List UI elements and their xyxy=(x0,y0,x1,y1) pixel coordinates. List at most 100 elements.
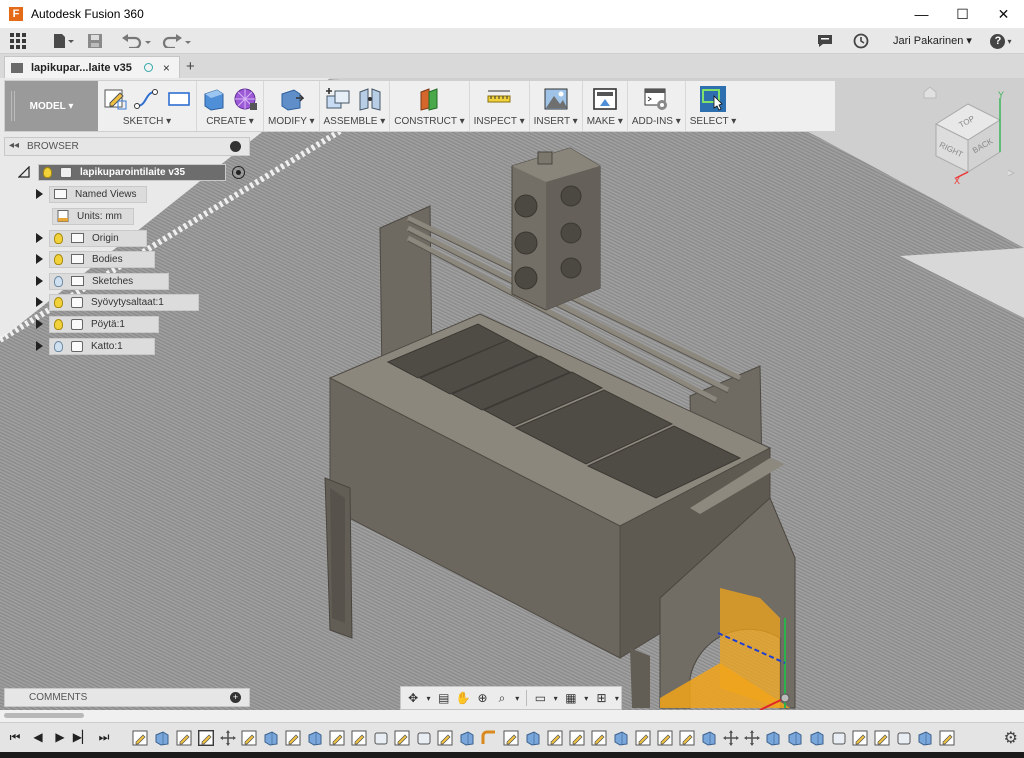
move-feature-icon[interactable] xyxy=(220,730,236,746)
sketch-menu[interactable]: SKETCH ▾ xyxy=(123,116,171,127)
tree-row-named-views[interactable]: Named Views xyxy=(36,185,147,203)
body-feature-icon[interactable] xyxy=(831,730,847,746)
sketch-feature-icon[interactable] xyxy=(874,730,890,746)
comment-icon[interactable] xyxy=(814,28,836,54)
expand-triangle-icon[interactable] xyxy=(36,297,43,307)
help-icon[interactable]: ? ▾ xyxy=(986,28,1016,54)
timeline-back-icon[interactable]: ◀ xyxy=(31,730,45,744)
pan-hand-icon[interactable]: ✋ xyxy=(455,689,471,707)
rectangle-icon[interactable] xyxy=(166,86,192,112)
sketch-selected-feature-icon[interactable] xyxy=(198,730,214,746)
add-ins-menu[interactable]: ADD-INS ▾ xyxy=(632,116,681,127)
assemble-menu[interactable]: ASSEMBLE ▾ xyxy=(324,116,386,127)
grid-dropdown-icon[interactable]: ▾ xyxy=(582,689,590,707)
timeline-settings-gear-icon[interactable]: ⚙ xyxy=(1004,728,1018,748)
tree-row-katto[interactable]: Katto:1 xyxy=(36,337,155,355)
visibility-bulb-off-icon[interactable] xyxy=(54,275,63,287)
timeline-scrollbar[interactable] xyxy=(0,710,1024,722)
tab-close-button[interactable]: × xyxy=(163,61,170,75)
attached-canvas-icon[interactable] xyxy=(543,86,569,112)
extrude-feature-icon[interactable] xyxy=(613,730,629,746)
tree-row-syovytysaltaat[interactable]: Syövytysaltaat:1 xyxy=(36,293,199,311)
modify-menu[interactable]: MODIFY ▾ xyxy=(268,116,315,127)
zoom-dropdown-icon[interactable]: ▾ xyxy=(513,689,521,707)
maximize-button[interactable]: ☐ xyxy=(942,0,983,28)
tree-row-origin[interactable]: Origin xyxy=(36,229,147,247)
sketch-feature-icon[interactable] xyxy=(503,730,519,746)
sketch-feature-icon[interactable] xyxy=(329,730,345,746)
measure-icon[interactable] xyxy=(486,86,512,112)
timeline-play-icon[interactable]: ▶ xyxy=(53,730,67,744)
press-pull-icon[interactable] xyxy=(278,86,305,112)
expand-triangle-icon[interactable] xyxy=(36,233,43,243)
comments-panel-header[interactable]: COMMENTS + xyxy=(4,688,250,707)
tree-row-poyta[interactable]: Pöytä:1 xyxy=(36,315,159,333)
extrude-feature-icon[interactable] xyxy=(525,730,541,746)
extrude-feature-icon[interactable] xyxy=(917,730,933,746)
sketches-node[interactable]: Sketches xyxy=(49,272,169,290)
browser-pin-icon[interactable] xyxy=(230,141,241,152)
sketch-feature-icon[interactable] xyxy=(679,730,695,746)
extrude-feature-icon[interactable] xyxy=(765,730,781,746)
root-component-node[interactable]: lapikuparointilaite v35 xyxy=(38,163,226,181)
browser-root-row[interactable]: lapikuparointilaite v35 xyxy=(18,163,245,181)
select-icon[interactable] xyxy=(700,86,727,112)
body-feature-icon[interactable] xyxy=(896,730,912,746)
extrude-feature-icon[interactable] xyxy=(307,730,323,746)
view-cube[interactable]: TOP RIGHT BACK Y X xyxy=(916,84,1024,194)
expand-triangle-icon[interactable] xyxy=(36,341,43,351)
sketch-feature-icon[interactable] xyxy=(852,730,868,746)
visibility-bulb-icon[interactable] xyxy=(54,253,63,265)
inspect-menu[interactable]: INSPECT ▾ xyxy=(474,116,525,127)
minimize-button[interactable]: — xyxy=(901,0,942,28)
fillet-feature-icon[interactable] xyxy=(481,730,497,746)
extrude-feature-icon[interactable] xyxy=(701,730,717,746)
extrude-feature-icon[interactable] xyxy=(787,730,803,746)
look-at-icon[interactable]: ▤ xyxy=(436,689,452,707)
expand-triangle-icon[interactable] xyxy=(36,189,43,199)
tree-row-bodies[interactable]: Bodies xyxy=(36,250,155,268)
extrude-feature-icon[interactable] xyxy=(154,730,170,746)
orbit-icon[interactable]: ✥ xyxy=(405,689,421,707)
syovytysaltaat-node[interactable]: Syövytysaltaat:1 xyxy=(49,293,199,311)
sketch-feature-icon[interactable] xyxy=(351,730,367,746)
activate-component-icon[interactable] xyxy=(232,165,245,179)
display-settings-icon[interactable]: ▭ xyxy=(532,689,548,707)
tree-row-sketches[interactable]: Sketches xyxy=(36,272,169,290)
extrude-feature-icon[interactable] xyxy=(263,730,279,746)
extrude-feature-icon[interactable] xyxy=(459,730,475,746)
file-menu-icon[interactable] xyxy=(46,28,80,54)
document-tab[interactable]: lapikupar...laite v35 × xyxy=(4,56,180,78)
line-arc-icon[interactable] xyxy=(134,86,160,112)
sketch-feature-icon[interactable] xyxy=(657,730,673,746)
create-sketch-icon[interactable] xyxy=(102,86,128,112)
sketch-feature-icon[interactable] xyxy=(176,730,192,746)
expand-triangle-icon[interactable] xyxy=(36,319,43,329)
tree-row-units[interactable]: Units: mm xyxy=(52,207,134,225)
3d-print-icon[interactable] xyxy=(592,86,618,112)
sketch-feature-icon[interactable] xyxy=(241,730,257,746)
orbit-dropdown-icon[interactable]: ▾ xyxy=(424,689,432,707)
bodies-node[interactable]: Bodies xyxy=(49,250,155,268)
data-panel-grid-icon[interactable] xyxy=(0,28,36,54)
visibility-bulb-icon[interactable] xyxy=(54,232,63,244)
move-feature-icon[interactable] xyxy=(744,730,760,746)
insert-menu[interactable]: INSERT ▾ xyxy=(534,116,578,127)
visibility-bulb-icon[interactable] xyxy=(54,296,63,308)
make-menu[interactable]: MAKE ▾ xyxy=(587,116,623,127)
add-comment-icon[interactable]: + xyxy=(230,692,241,703)
save-icon[interactable] xyxy=(80,28,110,54)
named-views-node[interactable]: Named Views xyxy=(49,185,147,203)
workspace-switcher[interactable]: MODEL ▾ xyxy=(5,81,98,131)
sketch-feature-icon[interactable] xyxy=(132,730,148,746)
poyta-node[interactable]: Pöytä:1 xyxy=(49,315,159,333)
sketch-feature-icon[interactable] xyxy=(547,730,563,746)
timeline-start-icon[interactable]: ⏮ xyxy=(8,730,22,744)
sketch-feature-icon[interactable] xyxy=(437,730,453,746)
visibility-bulb-off-icon[interactable] xyxy=(54,340,63,352)
viewports-icon[interactable]: ⊞ xyxy=(593,689,609,707)
grid-snaps-icon[interactable]: ▦ xyxy=(563,689,579,707)
sketch-feature-icon[interactable] xyxy=(569,730,585,746)
timeline-end-icon[interactable]: ⏭ xyxy=(97,730,111,744)
scrollbar-thumb[interactable] xyxy=(4,713,84,718)
